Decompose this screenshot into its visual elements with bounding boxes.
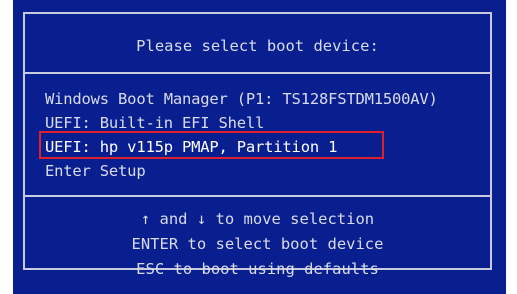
boot-option-enter-setup[interactable]: Enter Setup xyxy=(45,162,146,180)
help-line-enter: ENTER to select boot device xyxy=(131,235,384,253)
dialog-title: Please select boot device: xyxy=(136,37,379,55)
selected-option-highlight xyxy=(39,131,384,159)
divider-top xyxy=(25,72,490,74)
help-line-navigation: ↑ and ↓ to move selection xyxy=(140,210,375,228)
boot-option-windows-boot-manager[interactable]: Windows Boot Manager (P1: TS128FSTDM1500… xyxy=(45,90,438,108)
boot-option-efi-shell[interactable]: UEFI: Built-in EFI Shell xyxy=(45,114,264,132)
help-line-escape: ESC to boot using defaults xyxy=(136,260,379,278)
divider-bottom xyxy=(25,195,490,197)
